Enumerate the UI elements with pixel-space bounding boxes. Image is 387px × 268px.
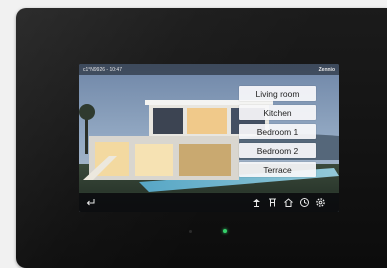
product-photo: c1°N9926 - 10:47 Zennio Living room Kitc…	[0, 0, 387, 268]
blinds-icon[interactable]	[267, 197, 278, 208]
back-arrow-icon[interactable]	[85, 197, 96, 208]
clock-icon[interactable]	[299, 197, 310, 208]
lamp-icon[interactable]	[251, 197, 262, 208]
home-icon[interactable]	[283, 197, 294, 208]
room-menu: Living room Kitchen Bedroom 1 Bedroom 2 …	[239, 86, 316, 177]
bottom-toolbar	[79, 193, 339, 212]
touch-screen: c1°N9926 - 10:47 Zennio Living room Kitc…	[79, 64, 339, 212]
room-button-bedroom-2[interactable]: Bedroom 2	[239, 143, 316, 158]
settings-icon[interactable]	[315, 197, 326, 208]
room-button-kitchen[interactable]: Kitchen	[239, 105, 316, 120]
room-button-bedroom-1[interactable]: Bedroom 1	[239, 124, 316, 139]
status-time-text: c1°N9926 - 10:47	[83, 66, 122, 73]
status-bar: c1°N9926 - 10:47 Zennio	[79, 64, 339, 75]
room-button-terrace[interactable]: Terrace	[239, 162, 316, 177]
room-button-living-room[interactable]: Living room	[239, 86, 316, 101]
brand-label: Zennio	[318, 66, 335, 73]
status-led	[223, 229, 227, 233]
proximity-sensor	[189, 230, 192, 233]
